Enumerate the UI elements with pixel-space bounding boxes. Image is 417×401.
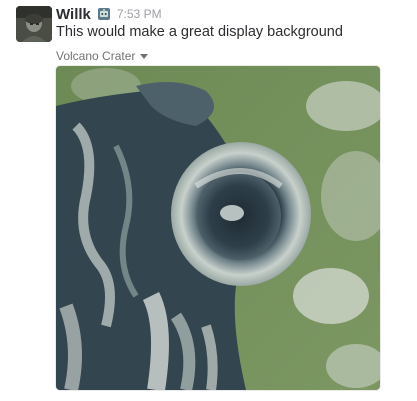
user-avatar[interactable] [16, 6, 52, 42]
sender-name[interactable]: Willk [56, 6, 91, 23]
attachment-toggle[interactable]: Volcano Crater [56, 49, 149, 63]
attachment-title: Volcano Crater [56, 49, 136, 63]
message-timestamp[interactable]: 7:53 PM [117, 7, 162, 21]
attachment-image[interactable] [56, 66, 380, 390]
robot-status-icon [97, 8, 110, 20]
avatar-image [16, 6, 52, 42]
caret-down-icon [140, 53, 149, 59]
message-container: Willk 7:53 PM This would make a great di… [0, 0, 417, 401]
message-header: Willk 7:53 PM [56, 4, 162, 24]
volcano-crater-image [56, 66, 380, 390]
message-body: This would make a great display backgrou… [56, 24, 343, 40]
